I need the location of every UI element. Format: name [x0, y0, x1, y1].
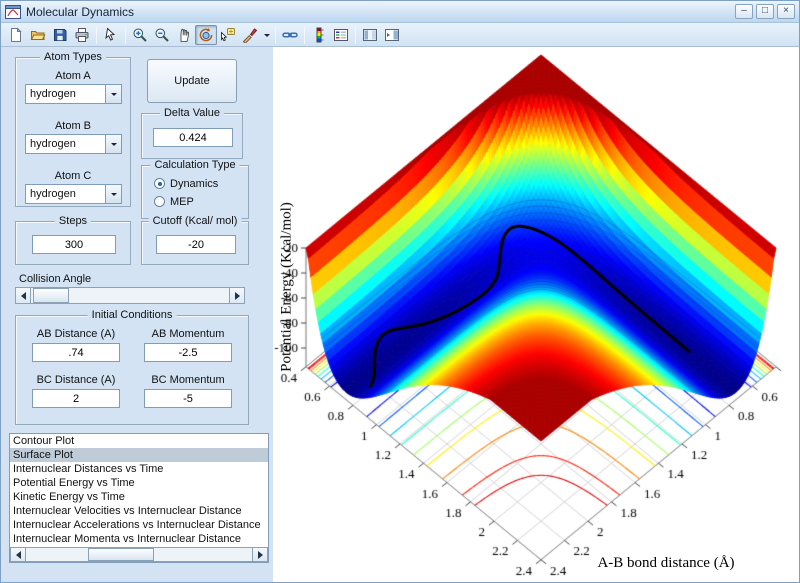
atom-a-label: Atom A: [16, 70, 130, 82]
slider-left-arrow[interactable]: [15, 287, 31, 304]
insert-legend-button[interactable]: [330, 25, 352, 45]
delta-value-input[interactable]: [153, 128, 233, 147]
bc-momentum-input[interactable]: [144, 389, 232, 408]
radio-dynamics[interactable]: Dynamics: [154, 176, 218, 190]
minimize-button[interactable]: –: [735, 4, 753, 19]
delta-value-group: Delta Value: [141, 113, 243, 159]
toolbar-separator: [355, 26, 356, 44]
bc-distance-input[interactable]: [32, 389, 120, 408]
print-figure-button[interactable]: [71, 25, 93, 45]
atom-b-select[interactable]: hydrogen: [25, 134, 122, 154]
atom-b-label: Atom B: [16, 120, 130, 132]
radio-mep-label: MEP: [170, 196, 194, 208]
ab-distance-label: AB Distance (A): [24, 328, 128, 340]
show-plot-tools-button[interactable]: [381, 25, 403, 45]
slider-track[interactable]: [31, 287, 229, 304]
atom-types-group: Atom Types Atom A hydrogen Atom B hydrog…: [15, 57, 131, 207]
list-item[interactable]: Internuclear Momenta vs Internuclear Dis…: [10, 532, 268, 546]
list-item[interactable]: Internuclear Distances vs Time: [10, 462, 268, 476]
new-figure-button[interactable]: [5, 25, 27, 45]
steps-input[interactable]: [32, 235, 116, 254]
dropdown-arrow-icon[interactable]: [105, 185, 121, 203]
radio-mep[interactable]: MEP: [154, 194, 194, 208]
listbox-hscrollbar[interactable]: [10, 547, 268, 562]
app-window: Molecular Dynamics – □ × Atom Types Atom…: [0, 0, 800, 583]
plot-type-listbox[interactable]: Contour Plot Surface Plot Internuclear D…: [9, 433, 269, 563]
radio-selected-icon: [154, 178, 165, 189]
atom-a-value: hydrogen: [26, 85, 105, 103]
steps-title: Steps: [55, 215, 91, 227]
save-figure-button[interactable]: [49, 25, 71, 45]
rotate-3d-button[interactable]: [195, 25, 217, 45]
radio-dynamics-label: Dynamics: [170, 178, 218, 190]
surface-plot-canvas[interactable]: [273, 47, 800, 583]
cutoff-group: Cutoff (Kcal/ mol): [141, 221, 249, 265]
zoom-in-button[interactable]: [129, 25, 151, 45]
toolbar-separator: [125, 26, 126, 44]
toolbar-separator: [275, 26, 276, 44]
z-axis-label: Potential Energy (Kcal/mol): [279, 202, 296, 372]
list-item[interactable]: Potential Energy vs Time: [10, 476, 268, 490]
hscroll-right-arrow[interactable]: [252, 547, 268, 562]
initial-conditions-title: Initial Conditions: [88, 309, 177, 321]
list-item[interactable]: Internuclear Accelerations vs Internucle…: [10, 518, 268, 532]
toolbar-separator: [304, 26, 305, 44]
atom-c-value: hydrogen: [26, 185, 105, 203]
calculation-type-group: Calculation Type Dynamics MEP: [141, 165, 249, 219]
atom-c-select[interactable]: hydrogen: [25, 184, 122, 204]
list-item[interactable]: Internuclear Velocities vs Internuclear …: [10, 504, 268, 518]
list-item[interactable]: Kinetic Energy vs Time: [10, 490, 268, 504]
dropdown-arrow-icon[interactable]: [105, 85, 121, 103]
app-icon: [5, 5, 21, 19]
control-panel: Atom Types Atom A hydrogen Atom B hydrog…: [1, 47, 273, 582]
initial-conditions-group: Initial Conditions AB Distance (A) AB Mo…: [15, 315, 249, 425]
atom-b-value: hydrogen: [26, 135, 105, 153]
hscroll-track[interactable]: [26, 547, 252, 562]
ab-momentum-label: AB Momentum: [136, 328, 240, 340]
list-item[interactable]: Contour Plot: [10, 434, 268, 448]
pan-button[interactable]: [173, 25, 195, 45]
atom-c-label: Atom C: [16, 170, 130, 182]
close-button[interactable]: ×: [777, 4, 795, 19]
ab-distance-input[interactable]: [32, 343, 120, 362]
steps-group: Steps: [15, 221, 131, 265]
data-cursor-button[interactable]: [217, 25, 239, 45]
window-title: Molecular Dynamics: [21, 5, 732, 19]
hide-plot-tools-button[interactable]: [359, 25, 381, 45]
collision-angle-slider[interactable]: [15, 287, 245, 304]
zoom-out-button[interactable]: [151, 25, 173, 45]
cutoff-title: Cutoff (Kcal/ mol): [149, 215, 242, 227]
figure-toolbar: [1, 23, 799, 47]
update-button[interactable]: Update: [147, 59, 237, 103]
open-file-button[interactable]: [27, 25, 49, 45]
insert-colorbar-button[interactable]: [308, 25, 330, 45]
slider-right-arrow[interactable]: [229, 287, 245, 304]
dropdown-arrow-icon[interactable]: [105, 135, 121, 153]
axes-area: A-B bond distance (Å) Potential Energy (…: [273, 47, 800, 583]
ab-momentum-input[interactable]: [144, 343, 232, 362]
brush-data-button[interactable]: [239, 25, 261, 45]
titlebar[interactable]: Molecular Dynamics – □ ×: [1, 1, 799, 23]
link-plots-button[interactable]: [279, 25, 301, 45]
slider-thumb[interactable]: [33, 288, 69, 303]
calculation-type-title: Calculation Type: [150, 159, 239, 171]
atom-types-title: Atom Types: [40, 51, 106, 63]
brush-dropdown-arrow-icon[interactable]: [261, 25, 272, 45]
atom-a-select[interactable]: hydrogen: [25, 84, 122, 104]
radio-unselected-icon: [154, 196, 165, 207]
toolbar-separator: [96, 26, 97, 44]
hscroll-left-arrow[interactable]: [10, 547, 26, 562]
collision-angle-label: Collision Angle: [19, 273, 91, 285]
restore-button[interactable]: □: [756, 4, 774, 19]
edit-plot-button[interactable]: [100, 25, 122, 45]
bc-momentum-label: BC Momentum: [136, 374, 240, 386]
cutoff-input[interactable]: [156, 235, 236, 254]
delta-value-title: Delta Value: [160, 107, 224, 119]
x-axis-label: A-B bond distance (Å): [571, 555, 761, 572]
bc-distance-label: BC Distance (A): [24, 374, 128, 386]
list-item-selected[interactable]: Surface Plot: [10, 448, 268, 462]
hscroll-thumb[interactable]: [88, 548, 154, 561]
